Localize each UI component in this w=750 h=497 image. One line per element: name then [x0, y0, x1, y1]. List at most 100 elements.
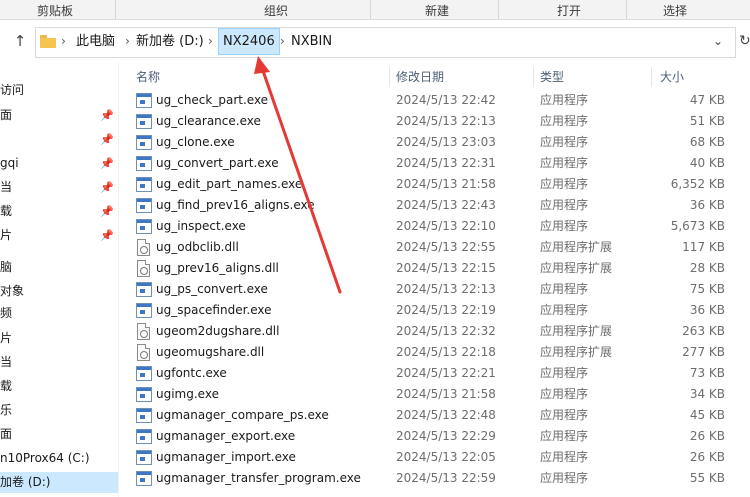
- column-header-size[interactable]: 大小: [660, 67, 684, 87]
- nav-item[interactable]: 频: [0, 303, 118, 324]
- file-row[interactable]: ug_odbclib.dll 2024/5/13 22:55 应用程序扩展 11…: [131, 237, 750, 258]
- nav-item[interactable]: 脑: [0, 257, 118, 278]
- file-name: ugmanager_transfer_program.exe: [156, 471, 361, 485]
- file-row[interactable]: ug_ps_convert.exe 2024/5/13 22:13 应用程序 7…: [131, 279, 750, 300]
- application-icon: [136, 408, 152, 423]
- file-row[interactable]: ug_inspect.exe 2024/5/13 22:10 应用程序 5,67…: [131, 216, 750, 237]
- application-icon: [136, 135, 152, 150]
- arrow-up-icon[interactable]: ↑: [11, 31, 29, 51]
- application-icon: [136, 93, 152, 108]
- nav-item-selected[interactable]: 加卷 (D:): [0, 472, 118, 493]
- nav-item[interactable]: 片: [0, 328, 118, 349]
- file-row[interactable]: ug_edit_part_names.exe 2024/5/13 21:58 应…: [131, 174, 750, 195]
- file-name: ugimg.exe: [156, 387, 219, 401]
- pin-icon[interactable]: 📌: [100, 105, 114, 126]
- file-size: 75 KB: [689, 282, 725, 296]
- file-type: 应用程序: [540, 387, 589, 401]
- chevron-down-icon[interactable]: ⌄: [711, 31, 725, 51]
- file-date: 2024/5/13 22:15: [396, 261, 496, 275]
- column-header-type[interactable]: 类型: [540, 67, 564, 87]
- breadcrumb-nxbin[interactable]: NXBIN: [291, 28, 332, 55]
- file-type: 应用程序扩展: [540, 240, 613, 254]
- file-row[interactable]: ugmanager_transfer_program.exe 2024/5/13…: [131, 468, 750, 489]
- file-row[interactable]: ugimg.exe 2024/5/13 21:58 应用程序 34 KB: [131, 384, 750, 405]
- ribbon-group-clipboard[interactable]: 剪贴板: [37, 2, 73, 19]
- pin-icon[interactable]: 📌: [100, 129, 114, 150]
- file-date: 2024/5/13 22:21: [396, 366, 496, 380]
- application-icon: [136, 450, 152, 465]
- nav-item[interactable]: 面: [0, 424, 118, 445]
- file-size: 5,673 KB: [670, 219, 725, 233]
- column-divider[interactable]: [533, 67, 534, 87]
- column-divider[interactable]: [389, 67, 390, 87]
- file-type: 应用程序: [540, 156, 589, 170]
- pane-divider[interactable]: [118, 63, 119, 497]
- refresh-icon[interactable]: ↻: [739, 31, 750, 51]
- file-row[interactable]: ug_clone.exe 2024/5/13 23:03 应用程序 68 KB: [131, 132, 750, 153]
- file-size: 26 KB: [689, 429, 725, 443]
- file-type: 应用程序: [540, 471, 589, 485]
- breadcrumb-drive-d[interactable]: 新加卷 (D:): [136, 28, 204, 55]
- breadcrumb-this-pc[interactable]: 此电脑: [76, 28, 115, 55]
- nav-item[interactable]: 乐: [0, 400, 118, 421]
- breadcrumb-chevron[interactable]: ›: [280, 28, 285, 55]
- breadcrumb-chevron[interactable]: ›: [125, 28, 130, 55]
- pin-icon[interactable]: 📌: [100, 201, 114, 222]
- file-row[interactable]: ug_find_prev16_aligns.exe 2024/5/13 22:4…: [131, 195, 750, 216]
- application-icon: [136, 387, 152, 402]
- file-size: 117 KB: [682, 240, 725, 254]
- nav-item[interactable]: n10Prox64 (C:): [0, 448, 118, 469]
- file-row[interactable]: ugmanager_compare_ps.exe 2024/5/13 22:48…: [131, 405, 750, 426]
- ribbon-group-organize[interactable]: 组织: [264, 2, 288, 19]
- ribbon-group-new[interactable]: 新建: [425, 2, 449, 19]
- file-date: 2024/5/13 22:59: [396, 471, 496, 485]
- file-date: 2024/5/13 21:58: [396, 387, 496, 401]
- nav-item[interactable]: 载: [0, 376, 118, 397]
- file-size: 51 KB: [689, 114, 725, 128]
- pin-icon[interactable]: 📌: [100, 225, 114, 246]
- folder-icon: [40, 35, 56, 48]
- file-type: 应用程序: [540, 135, 589, 149]
- file-row[interactable]: ugeom2dugshare.dll 2024/5/13 22:32 应用程序扩…: [131, 321, 750, 342]
- pin-icon[interactable]: 📌: [100, 153, 114, 174]
- application-icon: [136, 303, 152, 318]
- file-row[interactable]: ugmanager_import.exe 2024/5/13 22:05 应用程…: [131, 447, 750, 468]
- file-type: 应用程序: [540, 177, 589, 191]
- application-icon: [136, 114, 152, 129]
- address-bar[interactable]: › 此电脑 › 新加卷 (D:) › NX2406 › NXBIN: [35, 27, 736, 58]
- file-row[interactable]: ugmanager_export.exe 2024/5/13 22:29 应用程…: [131, 426, 750, 447]
- file-date: 2024/5/13 21:58: [396, 177, 496, 191]
- file-name: ugeomugshare.dll: [156, 345, 265, 359]
- ribbon-divider: [115, 0, 116, 19]
- file-type: 应用程序: [540, 303, 589, 317]
- file-type: 应用程序: [540, 408, 589, 422]
- dll-file-icon: [137, 239, 150, 256]
- file-date: 2024/5/13 22:31: [396, 156, 496, 170]
- nav-item[interactable]: 对象: [0, 281, 118, 302]
- nav-item[interactable]: 当: [0, 352, 118, 373]
- dll-file-icon: [137, 323, 150, 340]
- file-row[interactable]: ug_convert_part.exe 2024/5/13 22:31 应用程序…: [131, 153, 750, 174]
- breadcrumb-nx2406[interactable]: NX2406: [218, 28, 280, 55]
- file-row[interactable]: ug_spacefinder.exe 2024/5/13 22:19 应用程序 …: [131, 300, 750, 321]
- column-header-date[interactable]: 修改日期: [396, 67, 444, 87]
- ribbon-group-open[interactable]: 打开: [557, 2, 581, 19]
- breadcrumb-chevron[interactable]: ›: [208, 28, 213, 55]
- application-icon: [136, 429, 152, 444]
- file-row[interactable]: ug_prev16_aligns.dll 2024/5/13 22:15 应用程…: [131, 258, 750, 279]
- file-row[interactable]: ugeomugshare.dll 2024/5/13 22:18 应用程序扩展 …: [131, 342, 750, 363]
- column-header-name[interactable]: 名称: [136, 67, 160, 87]
- pin-icon[interactable]: 📌: [100, 177, 114, 198]
- file-name: ug_ps_convert.exe: [156, 282, 268, 296]
- nav-item[interactable]: 访问: [0, 80, 118, 101]
- file-row[interactable]: ug_check_part.exe 2024/5/13 22:42 应用程序 4…: [131, 90, 750, 111]
- file-size: 45 KB: [689, 408, 725, 422]
- ribbon-group-select[interactable]: 选择: [663, 2, 687, 19]
- file-size: 40 KB: [689, 156, 725, 170]
- file-size: 26 KB: [689, 450, 725, 464]
- file-name: ug_clearance.exe: [156, 114, 261, 128]
- file-row[interactable]: ugfontc.exe 2024/5/13 22:21 应用程序 73 KB: [131, 363, 750, 384]
- breadcrumb-chevron[interactable]: ›: [61, 28, 66, 55]
- column-divider[interactable]: [651, 67, 652, 87]
- file-row[interactable]: ug_clearance.exe 2024/5/13 22:13 应用程序 51…: [131, 111, 750, 132]
